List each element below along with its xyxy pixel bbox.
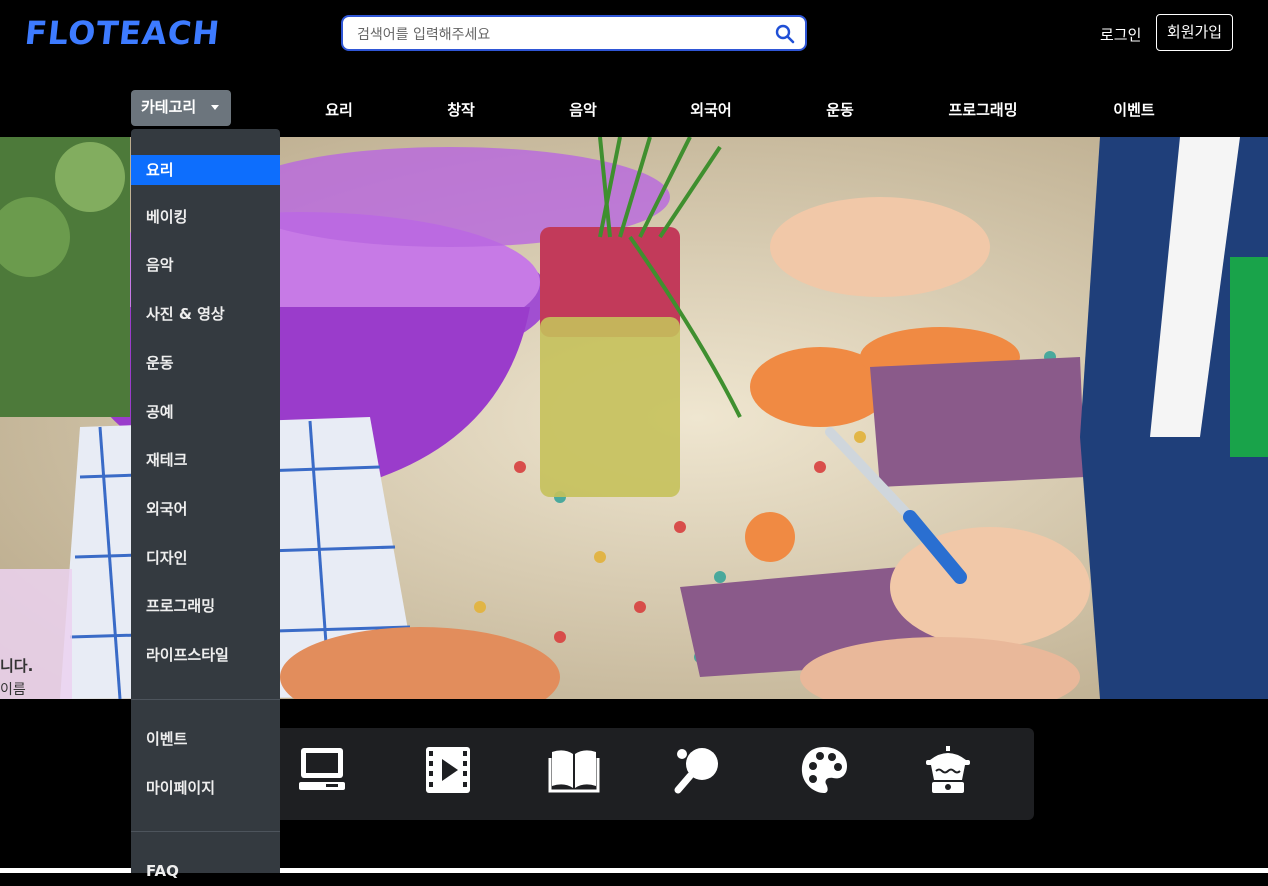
dropdown-item-crafts[interactable]: 공예 [131, 397, 280, 427]
dropdown-item-design[interactable]: 디자인 [131, 543, 280, 573]
hero-caption-card: 니다. 이름 [0, 569, 72, 699]
search-icon[interactable] [775, 24, 795, 44]
dropdown-item-photo-video[interactable]: 사진 & 영상 [131, 299, 280, 329]
hero-caption-line2: 이름 [0, 682, 26, 698]
caret-down-icon [211, 105, 219, 110]
dropdown-item-music[interactable]: 음악 [131, 250, 280, 280]
dropdown-item-mypage[interactable]: 마이페이지 [131, 773, 280, 803]
dropdown-item-programming[interactable]: 프로그래밍 [131, 591, 280, 621]
dropdown-item-language[interactable]: 외국어 [131, 494, 280, 524]
cooking-pot-icon[interactable] [922, 744, 974, 796]
dropdown-item-lifestyle[interactable]: 라이프스타일 [131, 640, 280, 670]
nav-link-sports[interactable]: 운동 [826, 99, 854, 120]
dropdown-item-sports[interactable]: 운동 [131, 348, 280, 378]
nav-link-music[interactable]: 음악 [569, 99, 597, 120]
palette-icon[interactable] [798, 744, 850, 796]
signup-button[interactable]: 회원가입 [1156, 14, 1233, 51]
nav-link-programming[interactable]: 프로그래밍 [948, 99, 1017, 120]
dropdown-item-baking[interactable]: 베이킹 [131, 202, 280, 232]
dropdown-item-event[interactable]: 이벤트 [131, 724, 280, 754]
dropdown-item-faq[interactable]: FAQ [131, 856, 280, 886]
nav-link-creative[interactable]: 창작 [447, 99, 475, 120]
category-dropdown-button[interactable]: 카테고리 [131, 90, 231, 126]
ping-pong-icon[interactable] [672, 744, 724, 796]
login-link[interactable]: 로그인 [1100, 24, 1141, 45]
dropdown-divider [131, 699, 280, 700]
category-button-label: 카테고리 [141, 98, 197, 116]
nav-link-language[interactable]: 외국어 [690, 99, 731, 120]
open-book-icon[interactable] [548, 744, 600, 796]
dropdown-item-finance[interactable]: 재테크 [131, 445, 280, 475]
site-logo[interactable]: FLOTEACH [23, 14, 222, 52]
search-input[interactable] [355, 23, 769, 47]
search-box[interactable] [341, 15, 807, 51]
category-icon-bar [272, 728, 1034, 820]
nav-link-event[interactable]: 이벤트 [1113, 99, 1154, 120]
dropdown-item-cooking[interactable]: 요리 [131, 155, 280, 185]
category-dropdown-menu: 요리 베이킹 음악 사진 & 영상 운동 공예 재테크 외국어 디자인 프로그래… [131, 129, 280, 880]
film-play-icon[interactable] [422, 744, 474, 796]
nav-link-cooking[interactable]: 요리 [325, 99, 353, 120]
dropdown-divider [131, 831, 280, 832]
laptop-icon[interactable] [296, 744, 348, 796]
hero-caption-line1: 니다. [0, 657, 34, 675]
